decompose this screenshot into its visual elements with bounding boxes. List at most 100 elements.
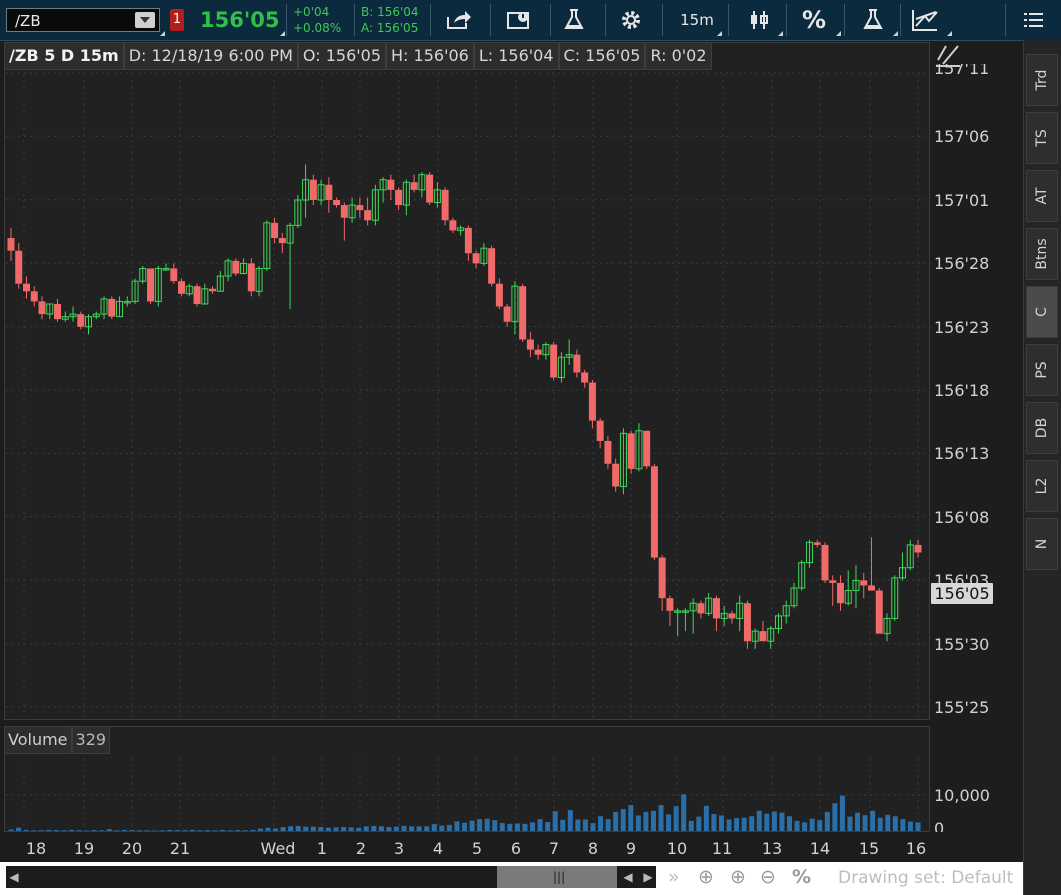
percent-icon[interactable]: %: [794, 4, 834, 36]
tab-btns[interactable]: Btns: [1026, 228, 1058, 280]
price-axis[interactable]: 157'11 157'06 157'01 156'28 156'23 156'18 156'…: [930, 42, 1023, 720]
zoom-in-icon[interactable]: ⊕: [730, 866, 746, 888]
tab-db[interactable]: DB: [1026, 402, 1058, 454]
time-axis-label: 21: [169, 839, 191, 858]
corner-icon: [160, 31, 165, 36]
candle-body: [821, 544, 829, 581]
volume-bar: [855, 812, 861, 831]
flask-icon[interactable]: [555, 4, 593, 36]
volume-bar: [514, 823, 520, 831]
time-axis-label: 5: [471, 839, 483, 858]
candle-body: [759, 631, 767, 642]
candle-body: [247, 263, 255, 292]
volume-bar: [726, 819, 732, 831]
volume-bar: [613, 811, 619, 831]
share-icon[interactable]: [440, 4, 478, 36]
candle-body: [728, 613, 736, 619]
price-axis-label: 157'11: [934, 64, 990, 78]
volume-bar: [567, 810, 573, 831]
volume-axis-label: 0: [934, 822, 945, 832]
message-icon[interactable]: [500, 4, 538, 36]
volume-bar: [242, 830, 248, 831]
time-axis[interactable]: 18 19 20 21 Wed 1 2 3 4 5 6 7 8 9 10 11 13 14 15 16: [0, 832, 1023, 862]
crosshair-icon[interactable]: ⊕: [698, 866, 714, 888]
price-axis-label: 156'13: [934, 444, 990, 464]
chart-header: /ZB 5 D 15m D: 12/18/19 6:00 PM O: 156'0…: [4, 42, 712, 70]
volume-bar: [628, 805, 634, 831]
tab-ts[interactable]: TS: [1026, 112, 1058, 164]
studies-flask-icon[interactable]: [854, 4, 892, 36]
alert-badge[interactable]: 1: [170, 9, 184, 31]
menu-icon[interactable]: [1015, 4, 1053, 36]
candle-body: [914, 544, 922, 553]
ask-price: A: 156'05: [361, 21, 419, 35]
volume-chart[interactable]: [4, 726, 930, 832]
candle-body: [604, 440, 612, 464]
volume-bar: [167, 829, 173, 831]
drawing-tools-icon[interactable]: [905, 4, 949, 36]
candle-body: [464, 227, 472, 254]
candle-body: [170, 268, 178, 282]
interval-selector[interactable]: 15m: [672, 4, 722, 36]
scroll-left-icon[interactable]: ◀: [620, 866, 636, 888]
zoom-out-icon[interactable]: ⊖: [760, 866, 776, 888]
bar-low: L: 156'04: [473, 42, 559, 70]
candle-body: [77, 314, 85, 327]
symbol-input[interactable]: /ZB: [6, 8, 160, 32]
drawing-set-label[interactable]: Drawing set: Default: [838, 868, 1013, 888]
volume-bar: [484, 818, 490, 831]
tab-n[interactable]: N: [1026, 518, 1058, 570]
tab-trd[interactable]: Trd: [1026, 54, 1058, 106]
volume-label[interactable]: Volume: [4, 726, 72, 754]
volume-bar: [711, 814, 717, 831]
candle-body: [38, 301, 46, 315]
volume-bar: [771, 811, 777, 831]
percent-icon[interactable]: %: [792, 866, 811, 888]
volume-bar: [885, 814, 891, 831]
volume-bar: [658, 805, 664, 831]
scroll-right-icon[interactable]: ▶: [640, 866, 656, 888]
volume-bar: [454, 821, 460, 831]
candle-body: [178, 281, 186, 294]
chart-title[interactable]: /ZB 5 D 15m: [4, 42, 124, 70]
volume-bar: [114, 830, 120, 831]
candle-body: [573, 354, 581, 373]
gear-icon[interactable]: [612, 4, 650, 36]
volume-bar: [38, 830, 44, 831]
tab-l2[interactable]: L2: [1026, 460, 1058, 512]
bar-date: D: 12/18/19 6:00 PM: [123, 42, 298, 70]
tab-label: Trd: [1034, 69, 1050, 91]
tab-c[interactable]: C: [1026, 286, 1058, 338]
volume-bar: [174, 830, 180, 831]
volume-bar: [892, 816, 898, 831]
candle-body: [612, 463, 620, 487]
volume-bar: [635, 815, 641, 831]
candle-body: [23, 283, 31, 292]
time-axis-label: 4: [432, 839, 444, 858]
symbol-dropdown-icon[interactable]: [135, 12, 155, 28]
price-axis-label: 156'18: [934, 381, 990, 400]
tab-ps[interactable]: PS: [1026, 344, 1058, 396]
candle-body: [15, 250, 23, 284]
bid-price: B: 156'04: [361, 5, 419, 19]
volume-bar: [76, 830, 82, 831]
volume-bar: [31, 830, 37, 831]
volume-bar: [907, 821, 913, 831]
tab-at[interactable]: AT: [1026, 170, 1058, 222]
price-axis-label: 155'25: [934, 698, 990, 717]
volume-bar: [378, 826, 384, 831]
candlestick-icon[interactable]: [740, 4, 778, 36]
current-price-tag: 156'05: [931, 583, 993, 604]
bar-open: O: 156'05: [297, 42, 387, 70]
candle-body: [495, 283, 503, 307]
scroll-left-icon[interactable]: ◀: [6, 866, 22, 888]
price-chart[interactable]: [4, 42, 930, 720]
expand-icon[interactable]: »: [668, 866, 680, 888]
candle-body: [488, 248, 496, 284]
candle-body: [387, 179, 395, 190]
candle-body: [472, 253, 480, 264]
volume-bar: [280, 827, 286, 831]
volume-bar: [809, 818, 815, 831]
candle-body: [108, 298, 116, 317]
volume-bar: [870, 810, 876, 831]
